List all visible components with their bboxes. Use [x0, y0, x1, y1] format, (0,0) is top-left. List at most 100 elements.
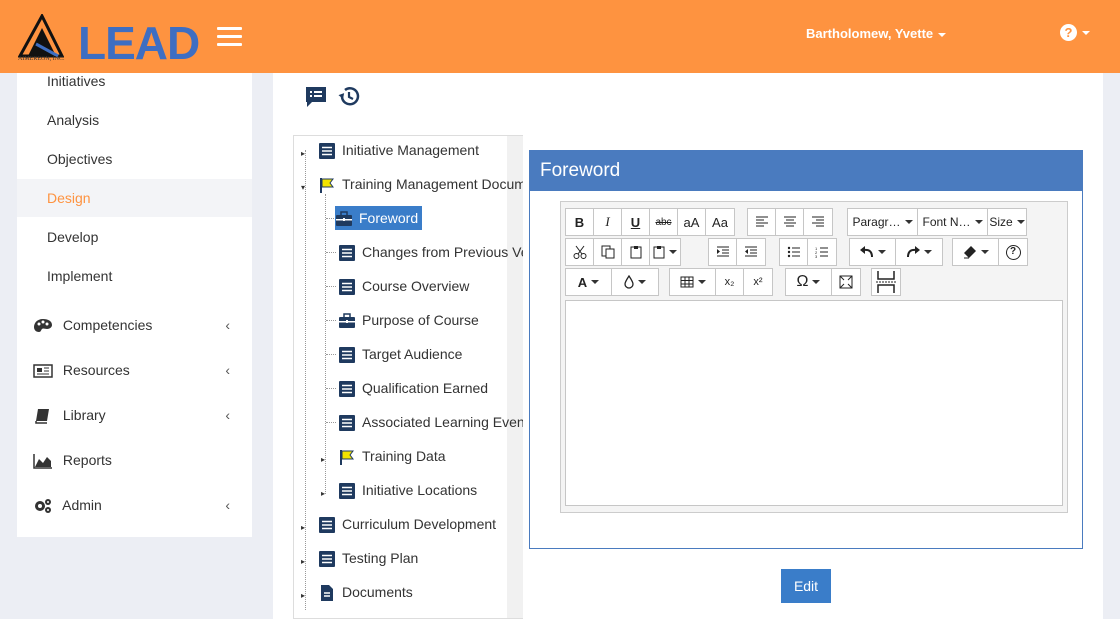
tree-node-course-overview[interactable]: Course Overview — [338, 274, 469, 298]
redo-dropdown[interactable] — [896, 239, 942, 265]
sidebar-item-library[interactable]: Library ‹ — [17, 395, 252, 435]
document-list-icon — [339, 245, 355, 262]
tree-node-qualification-earned[interactable]: Qualification Earned — [338, 376, 488, 400]
tree-node-initiative-management[interactable]: Initiative Management — [318, 138, 479, 162]
clipboard-icon — [630, 246, 641, 259]
chevron-left-icon: ‹ — [225, 317, 230, 333]
tree-node-documents[interactable]: Documents — [318, 580, 413, 604]
align-left-button[interactable] — [748, 209, 776, 235]
text-color-dropdown[interactable]: A — [566, 269, 612, 295]
paste-special-dropdown[interactable] — [650, 239, 680, 265]
menu-toggle-button[interactable] — [217, 27, 243, 47]
tree-node-associated-learning-events[interactable]: Associated Learning Events — [338, 410, 523, 434]
bullet-list-icon — [787, 246, 800, 258]
sidebar-item-objectives[interactable]: Objectives — [17, 140, 252, 178]
tree-node-training-data[interactable]: Training Data — [338, 444, 446, 468]
font-size-dropdown[interactable]: Size — [988, 209, 1026, 235]
tree-node-training-management-document[interactable]: Training Management Document — [318, 172, 523, 196]
sidebar-item-reports[interactable]: Reports — [17, 440, 252, 480]
clipboard-group — [565, 238, 681, 266]
tree-node-purpose-of-course[interactable]: Purpose of Course — [338, 308, 479, 332]
user-name: Bartholomew, Yvette — [806, 26, 934, 41]
document-list-icon — [339, 483, 355, 500]
strikethrough-button[interactable]: abc — [650, 209, 678, 235]
tree-node-curriculum-development[interactable]: Curriculum Development — [318, 512, 496, 536]
document-list-icon — [319, 143, 335, 160]
document-list-icon — [319, 551, 335, 568]
flag-icon — [320, 178, 334, 194]
background-color-dropdown[interactable] — [612, 269, 658, 295]
cut-button[interactable] — [566, 239, 594, 265]
omega-icon: Ω — [796, 273, 809, 290]
collapse-toggle-icon[interactable]: ▾ — [301, 183, 305, 192]
clear-format-dropdown[interactable] — [953, 239, 999, 265]
area-chart-icon — [33, 454, 52, 470]
expand-toggle-icon[interactable]: ▸ — [301, 523, 305, 532]
lead-logo[interactable]: LEAD AIMEREON, INC. — [18, 12, 200, 69]
tree-node-testing-plan[interactable]: Testing Plan — [318, 546, 418, 570]
expand-toggle-icon[interactable]: ▸ — [321, 489, 325, 498]
subscript-button[interactable]: x₂ — [716, 269, 744, 295]
expand-toggle-icon[interactable]: ▸ — [301, 149, 305, 158]
help-button[interactable]: ? — [999, 239, 1027, 265]
align-center-button[interactable] — [776, 209, 804, 235]
underline-button[interactable]: U — [622, 209, 650, 235]
editor-content-area[interactable] — [565, 300, 1063, 506]
sidebar-item-develop[interactable]: Develop — [17, 218, 252, 256]
numbered-list-button[interactable]: 123 — [808, 239, 836, 265]
expand-toggle-icon[interactable]: ▸ — [321, 455, 325, 464]
superscript-button[interactable]: x² — [744, 269, 772, 295]
align-right-icon — [812, 216, 824, 227]
expand-toggle-icon[interactable]: ▸ — [301, 591, 305, 600]
sidebar-item-admin[interactable]: Admin ‹ — [17, 485, 252, 525]
file-icon — [321, 585, 333, 602]
sidebar-item-design[interactable]: Design — [17, 179, 252, 217]
aimereon-logo-icon — [18, 14, 64, 58]
tree-node-initiative-locations[interactable]: Initiative Locations — [338, 478, 477, 502]
table-dropdown[interactable] — [670, 269, 716, 295]
document-list-icon — [339, 347, 355, 364]
undo-dropdown[interactable] — [850, 239, 896, 265]
outdent-button[interactable] — [737, 239, 765, 265]
scissors-icon — [573, 245, 586, 259]
paragraph-dropdown[interactable]: Paragr… — [848, 209, 918, 235]
user-menu-dropdown[interactable]: Bartholomew, Yvette — [806, 26, 947, 41]
bullet-list-button[interactable] — [780, 239, 808, 265]
indent-button[interactable] — [709, 239, 737, 265]
history-icon[interactable] — [337, 85, 361, 109]
sidebar-item-analysis[interactable]: Analysis — [17, 101, 252, 139]
sidebar-item-competencies[interactable]: Competencies ‹ — [17, 305, 252, 345]
sidebar-item-resources[interactable]: Resources ‹ — [17, 350, 252, 390]
svg-text:3: 3 — [815, 254, 818, 258]
copy-button[interactable] — [594, 239, 622, 265]
tree-node-changes-from-previous[interactable]: Changes from Previous Version — [338, 240, 523, 264]
briefcase-icon — [339, 313, 355, 329]
paste-button[interactable] — [622, 239, 650, 265]
help-menu-dropdown[interactable]: ? — [1060, 24, 1090, 42]
capitalize-button[interactable]: Aa — [706, 209, 734, 235]
tree-node-foreword[interactable]: Foreword — [335, 206, 423, 230]
tree-scrollbar[interactable] — [507, 136, 523, 618]
sidebar-item-initiatives[interactable]: Initiatives — [17, 62, 252, 100]
font-name-dropdown[interactable]: Font N… — [918, 209, 988, 235]
sidebar-item-implement[interactable]: Implement — [17, 257, 252, 295]
expand-toggle-icon[interactable]: ▸ — [301, 557, 305, 566]
bold-button[interactable]: B — [566, 209, 594, 235]
text-format-group: B I U abc aA Aa — [565, 208, 735, 236]
align-group — [747, 208, 833, 236]
edit-button[interactable]: Edit — [781, 569, 831, 603]
align-right-button[interactable] — [804, 209, 832, 235]
fullscreen-icon — [839, 275, 853, 289]
comment-list-icon[interactable] — [304, 85, 328, 109]
indent-icon — [716, 246, 729, 257]
document-list-icon — [339, 381, 355, 398]
special-character-dropdown[interactable]: Ω — [786, 269, 832, 295]
uppercase-button[interactable]: aA — [678, 209, 706, 235]
page-break-button[interactable] — [872, 269, 900, 295]
fullscreen-button[interactable] — [832, 269, 860, 295]
tree-node-target-audience[interactable]: Target Audience — [338, 342, 462, 366]
hamburger-icon — [217, 27, 242, 30]
italic-button[interactable]: I — [594, 209, 622, 235]
panel-title: Foreword — [530, 151, 1082, 191]
insert-group: x₂ x² — [669, 268, 773, 296]
